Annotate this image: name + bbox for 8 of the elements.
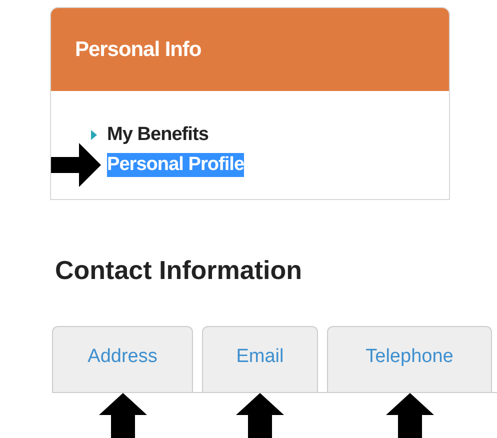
panel-title: Personal Info xyxy=(75,36,202,63)
bullet-icon xyxy=(91,130,97,140)
nav-link[interactable]: My Benefits xyxy=(107,123,208,147)
tab[interactable]: Telephone xyxy=(327,326,492,392)
tab[interactable]: Address xyxy=(52,326,193,392)
nav-link[interactable]: Personal Profile xyxy=(107,153,244,177)
section-heading: Contact Information xyxy=(55,255,303,285)
tab[interactable]: Email xyxy=(202,326,318,392)
